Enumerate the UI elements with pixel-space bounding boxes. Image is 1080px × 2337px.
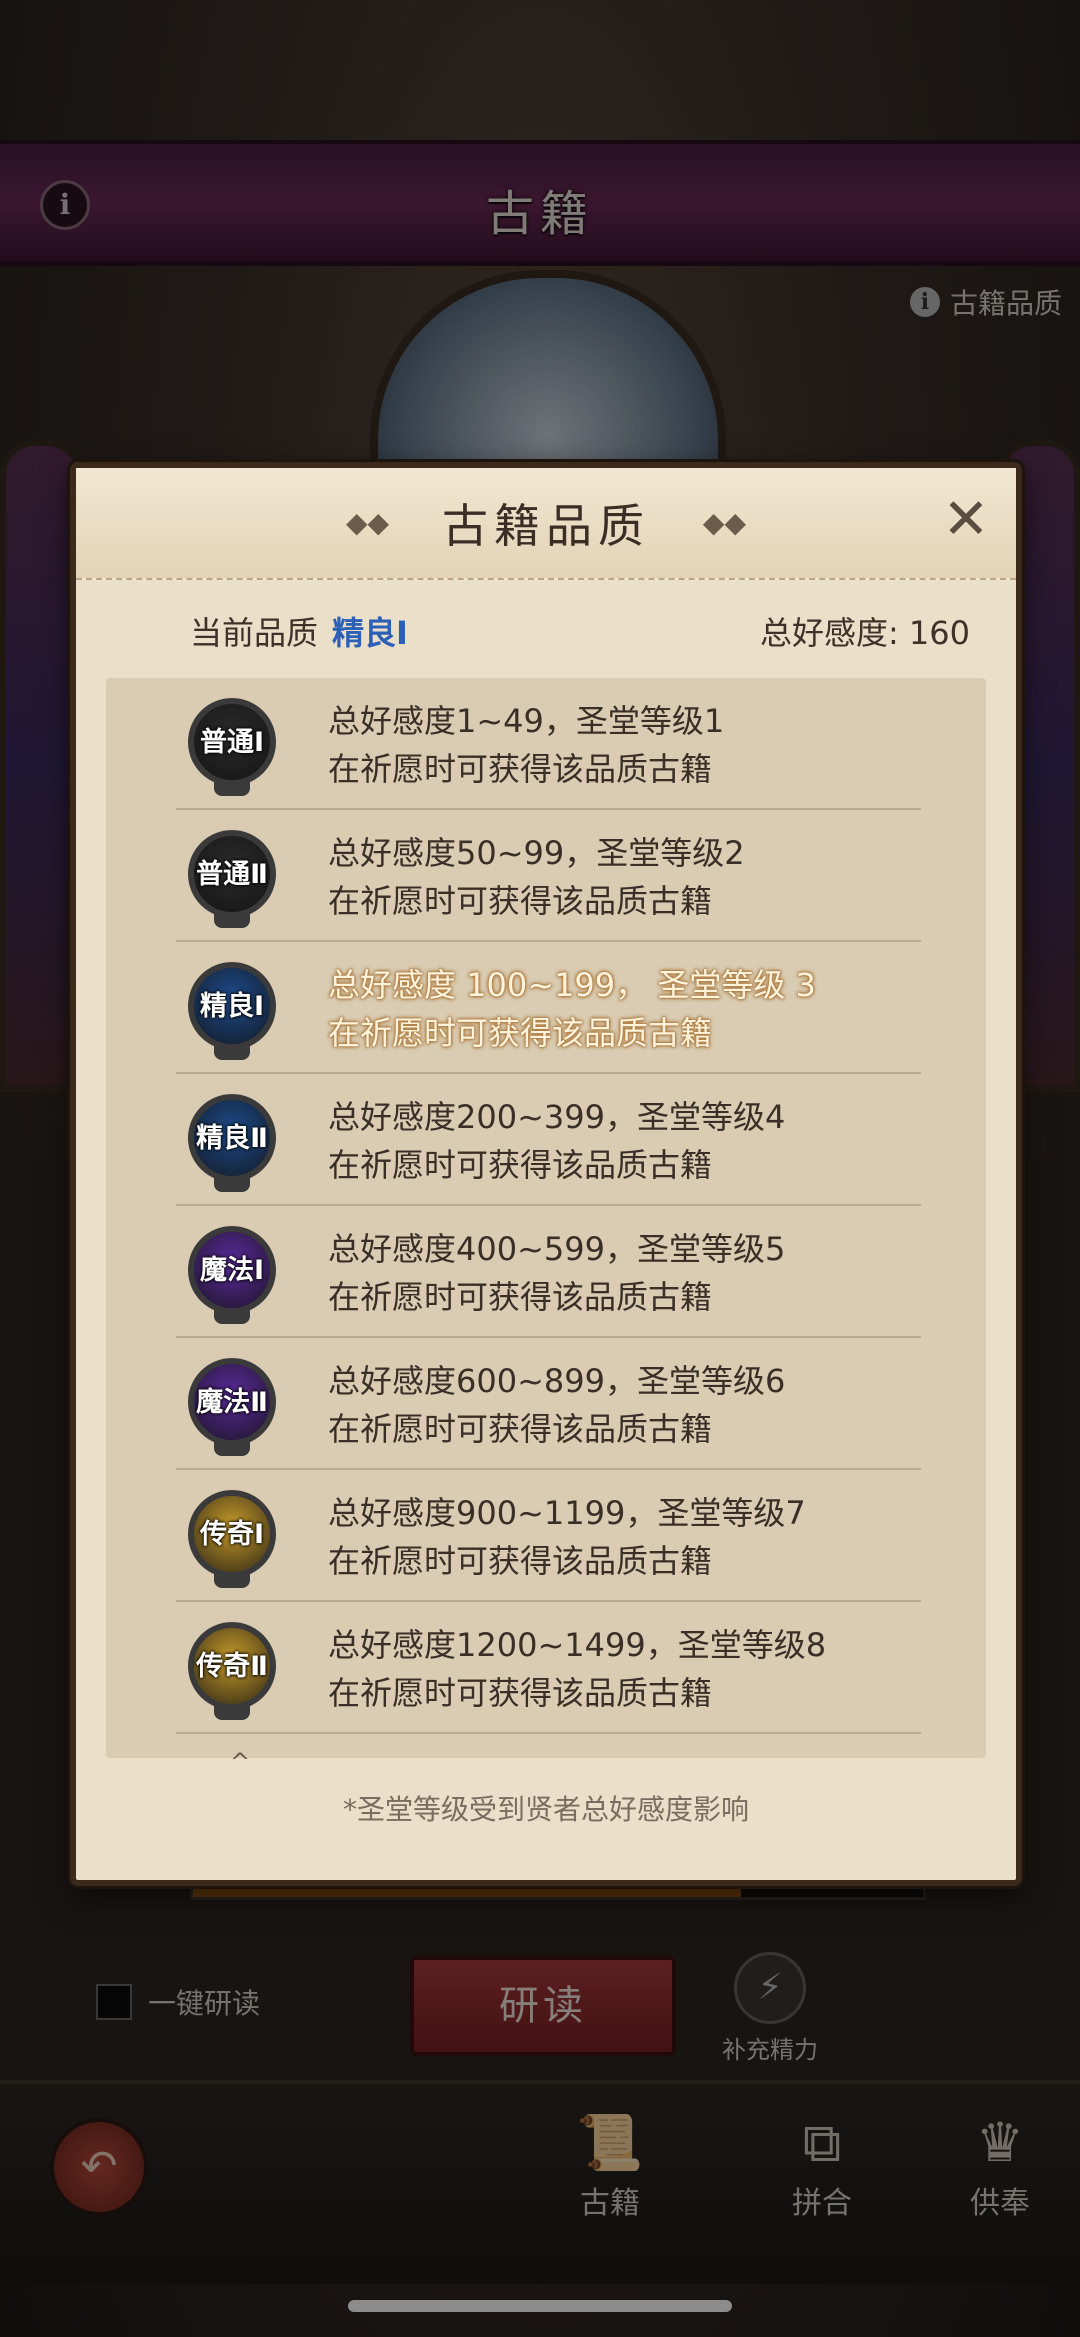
tier-requirement: 总好感度1~49，圣堂等级1 bbox=[328, 702, 725, 740]
tier-row: 普通Ⅰ 总好感度1~49，圣堂等级1 在祈愿时可获得该品质古籍 bbox=[106, 678, 986, 810]
badge-label: 精良Ⅰ bbox=[199, 991, 265, 1022]
current-quality: 当前品质 精良Ⅰ bbox=[190, 608, 408, 654]
badge-label: 精良Ⅱ bbox=[196, 1123, 268, 1154]
current-quality-row: 当前品质 精良Ⅰ 总好感度: 160 bbox=[190, 608, 970, 654]
tier-description: 在祈愿时可获得该品质古籍 bbox=[328, 1410, 713, 1448]
modal-title: 古籍品质 bbox=[442, 499, 650, 553]
quality-badge-icon: 魔法Ⅱ bbox=[184, 1352, 280, 1456]
badge-label: 魔法Ⅱ bbox=[196, 1387, 268, 1418]
badge-label: 传奇Ⅱ bbox=[196, 1651, 268, 1682]
tier-row: 魔法Ⅰ 总好感度400~599，圣堂等级5 在祈愿时可获得该品质古籍 bbox=[106, 1206, 986, 1338]
badge-base bbox=[214, 1178, 250, 1192]
tier-requirement: 总好感度400~599，圣堂等级5 bbox=[328, 1230, 786, 1268]
scroll-up-indicator: ^ bbox=[230, 1748, 251, 1776]
badge-base bbox=[214, 1310, 250, 1324]
total-favor: 总好感度: 160 bbox=[759, 614, 970, 652]
quality-badge-icon: 魔法Ⅰ bbox=[184, 1220, 280, 1324]
tier-requirement: 总好感度 100~199， 圣堂等级 3 bbox=[328, 966, 816, 1004]
badge-base bbox=[214, 1706, 250, 1720]
badge-label: 普通Ⅰ bbox=[199, 727, 265, 758]
current-quality-label: 当前品质 bbox=[190, 614, 319, 652]
quality-badge-icon: 精良Ⅱ bbox=[184, 1088, 280, 1192]
badge-label: 普通Ⅱ bbox=[196, 859, 268, 890]
current-quality-value: 精良Ⅰ bbox=[332, 614, 408, 652]
ornament-right: ◆◆ bbox=[702, 506, 746, 539]
quality-badge-icon: 精良Ⅰ bbox=[184, 956, 280, 1060]
tier-requirement: 总好感度200~399，圣堂等级4 bbox=[328, 1098, 786, 1136]
tier-description: 在祈愿时可获得该品质古籍 bbox=[328, 750, 713, 788]
tier-requirement: 总好感度50~99，圣堂等级2 bbox=[328, 834, 745, 872]
quality-badge-icon: 普通Ⅰ bbox=[184, 692, 280, 796]
badge-label: 魔法Ⅰ bbox=[199, 1255, 265, 1286]
quality-tier-list[interactable]: ^ 普通Ⅰ 总好感度1~49，圣堂等级1 在祈愿时可获得该品质古籍 普通Ⅱ 总好感度50… bbox=[106, 678, 986, 1776]
close-icon[interactable]: ✕ bbox=[936, 490, 996, 550]
quality-badge-icon: 传奇Ⅱ bbox=[184, 1616, 280, 1720]
footnote: *圣堂等级受到贤者总好感度影响 bbox=[342, 1793, 749, 1826]
tier-description: 在祈愿时可获得该品质古籍 bbox=[328, 1542, 713, 1580]
tier-row: 传奇Ⅱ 总好感度1200~1499，圣堂等级8 在祈愿时可获得该品质古籍 bbox=[106, 1602, 986, 1734]
quality-modal: ◆◆ 古籍品质 ◆◆ ✕ 当前品质 精良Ⅰ 总好感度: 160 ^ 普通Ⅰ 总好感度… bbox=[70, 462, 1022, 1886]
tier-requirement: 总好感度1200~1499，圣堂等级8 bbox=[328, 1626, 827, 1664]
tier-row: 精良Ⅱ 总好感度200~399，圣堂等级4 在祈愿时可获得该品质古籍 bbox=[106, 1074, 986, 1206]
tier-description: 在祈愿时可获得该品质古籍 bbox=[328, 1014, 713, 1052]
tier-description: 在祈愿时可获得该品质古籍 bbox=[328, 882, 713, 920]
tier-row: 精良Ⅰ 总好感度 100~199， 圣堂等级 3 在祈愿时可获得该品质古籍 bbox=[106, 942, 986, 1074]
badge-base bbox=[214, 1442, 250, 1456]
badge-base bbox=[214, 914, 250, 928]
tier-description: 在祈愿时可获得该品质古籍 bbox=[328, 1146, 713, 1184]
row-divider bbox=[176, 1732, 921, 1734]
modal-header: ◆◆ 古籍品质 ◆◆ ✕ bbox=[76, 468, 1016, 580]
tier-description: 在祈愿时可获得该品质古籍 bbox=[328, 1674, 713, 1712]
tier-row: 魔法Ⅱ 总好感度600~899，圣堂等级6 在祈愿时可获得该品质古籍 bbox=[106, 1338, 986, 1470]
badge-base bbox=[214, 782, 250, 796]
tier-description: 在祈愿时可获得该品质古籍 bbox=[328, 1278, 713, 1316]
tier-row: 传奇Ⅰ 总好感度900~1199，圣堂等级7 在祈愿时可获得该品质古籍 bbox=[106, 1470, 986, 1602]
quality-badge-icon: 传奇Ⅰ bbox=[184, 1484, 280, 1588]
tier-requirement: 总好感度600~899，圣堂等级6 bbox=[328, 1362, 786, 1400]
tier-requirement: 总好感度900~1199，圣堂等级7 bbox=[328, 1494, 806, 1532]
badge-base bbox=[214, 1574, 250, 1588]
quality-badge-icon: 普通Ⅱ bbox=[184, 824, 280, 928]
badge-label: 传奇Ⅰ bbox=[199, 1519, 265, 1550]
tier-row: 普通Ⅱ 总好感度50~99，圣堂等级2 在祈愿时可获得该品质古籍 bbox=[106, 810, 986, 942]
badge-base bbox=[214, 1046, 250, 1060]
